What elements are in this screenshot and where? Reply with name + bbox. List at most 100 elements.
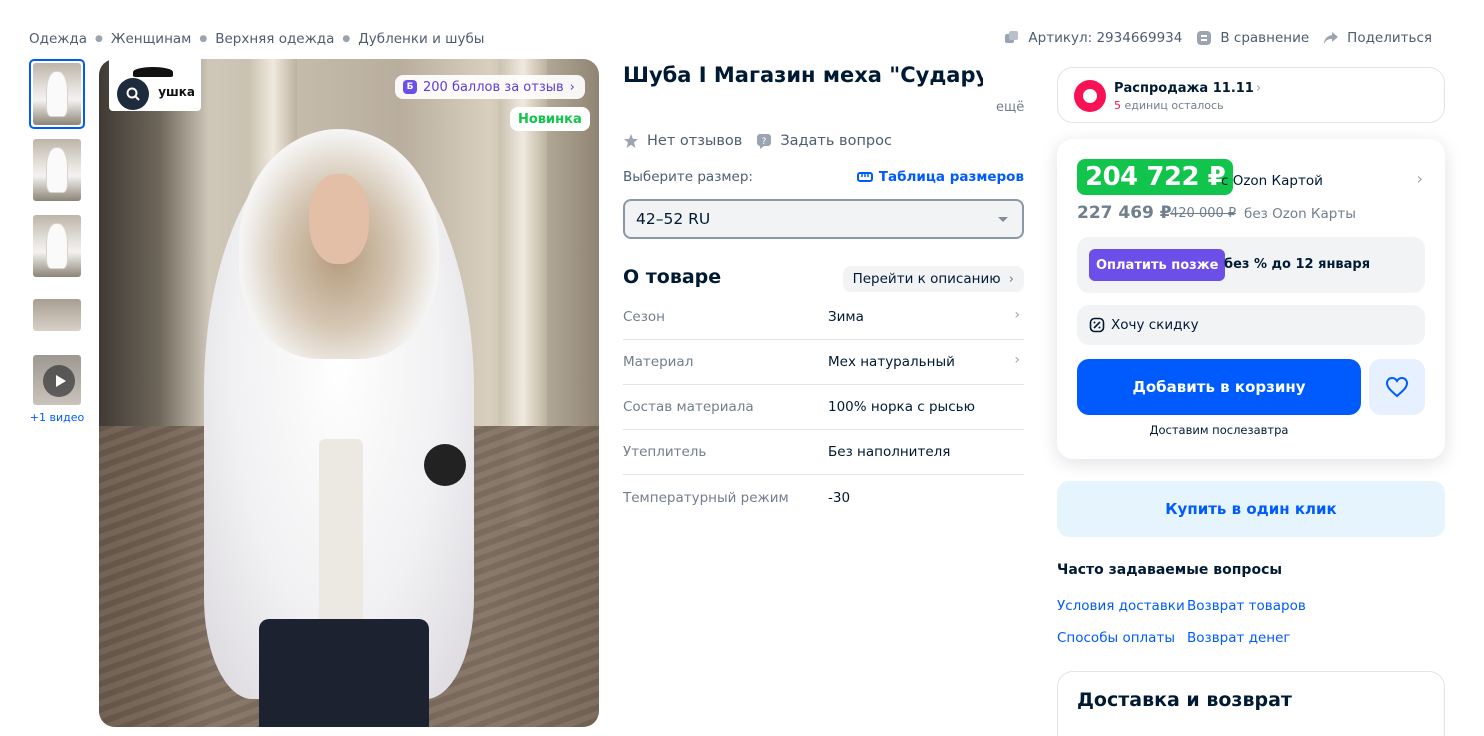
price-card: 204 722 ₽ с Ozon Картой › 227 469 ₽ 420 … bbox=[1057, 139, 1445, 459]
size-table-label: Таблица размеров bbox=[878, 169, 1024, 185]
faq-link-refund[interactable]: Возврат денег bbox=[1187, 630, 1291, 646]
regular-price: 227 469 ₽ bbox=[1077, 203, 1172, 223]
reviews-label: Нет отзывов bbox=[647, 133, 743, 149]
breadcrumb-item[interactable]: Одежда bbox=[29, 31, 87, 47]
size-select-value: 42–52 RU bbox=[636, 210, 711, 228]
video-thumbnail[interactable] bbox=[29, 351, 85, 409]
breadcrumb: Одежда ● Женщинам ● Верхняя одежда ● Дуб… bbox=[29, 31, 484, 47]
pay-later-block[interactable]: Оплатить позже без % до 12 января bbox=[1077, 237, 1425, 293]
want-discount-button[interactable]: Хочу скидку bbox=[1077, 305, 1425, 345]
search-icon bbox=[126, 87, 140, 101]
breadcrumb-item[interactable]: Дубленки и шубы bbox=[358, 31, 484, 47]
breadcrumb-separator: ● bbox=[199, 34, 208, 44]
go-to-description-label: Перейти к описанию bbox=[852, 271, 1001, 287]
property-value: -30 bbox=[828, 489, 851, 506]
property-value: Без наполнителя bbox=[828, 444, 951, 460]
compare-label: В сравнение bbox=[1220, 30, 1310, 46]
ozon-card-price[interactable]: 204 722 ₽ bbox=[1077, 159, 1234, 195]
property-value: Мех натуральный bbox=[828, 354, 955, 370]
main-product-image[interactable] bbox=[99, 59, 599, 727]
faq-link-delivery-terms[interactable]: Условия доставки bbox=[1057, 598, 1185, 614]
chevron-right-icon[interactable]: › bbox=[1417, 169, 1423, 188]
property-value: 100% норка с рысью bbox=[828, 399, 975, 415]
property-row: Утеплитель Без наполнителя bbox=[623, 430, 1024, 475]
ask-question-label: Задать вопрос bbox=[780, 133, 892, 149]
top-actions: Артикул: 2934669934 В сравнение Поделить… bbox=[990, 30, 1432, 46]
discount-icon bbox=[1089, 317, 1105, 333]
reviews-link[interactable]: Нет отзывов bbox=[623, 133, 742, 149]
chevron-right-icon: › bbox=[1014, 307, 1020, 323]
breadcrumb-item[interactable]: Женщинам bbox=[111, 31, 191, 47]
heart-icon bbox=[1385, 376, 1409, 398]
want-discount-label: Хочу скидку bbox=[1111, 317, 1199, 333]
article-copy[interactable]: Артикул: 2934669934 bbox=[1004, 30, 1182, 46]
compare-icon bbox=[1197, 31, 1212, 45]
panther-logo-icon bbox=[133, 67, 173, 77]
property-name: Материал bbox=[623, 354, 694, 370]
chevron-right-icon: › bbox=[1255, 81, 1262, 96]
title-more-link[interactable]: ещё bbox=[996, 100, 1024, 115]
delivery-note: Доставим послезавтра bbox=[1149, 423, 1289, 437]
thumbnail-4[interactable] bbox=[29, 295, 85, 335]
favorite-button[interactable] bbox=[1369, 359, 1425, 415]
buy-one-click-button[interactable]: Купить в один клик bbox=[1057, 481, 1445, 537]
review-points-badge[interactable]: Б 200 баллов за отзыв › bbox=[395, 75, 585, 99]
sale-remaining-label: единиц осталось bbox=[1124, 99, 1224, 112]
property-name: Утеплитель bbox=[623, 444, 707, 460]
add-to-cart-button[interactable]: Добавить в корзину bbox=[1077, 359, 1361, 415]
share-button[interactable]: Поделиться bbox=[1323, 30, 1432, 46]
pay-later-button[interactable]: Оплатить позже bbox=[1089, 249, 1226, 281]
pay-later-text: без % до 12 января bbox=[1224, 257, 1371, 272]
points-badge-label: 200 баллов за отзыв bbox=[423, 79, 564, 95]
faq-link-returns[interactable]: Возврат товаров bbox=[1187, 598, 1306, 614]
sale-title: Распродажа 11.11 bbox=[1114, 81, 1254, 96]
star-icon bbox=[624, 134, 638, 148]
breadcrumb-item[interactable]: Верхняя одежда bbox=[215, 31, 334, 47]
breadcrumb-separator: ● bbox=[95, 34, 103, 44]
delivery-return-card: Доставка и возврат bbox=[1057, 671, 1445, 736]
chevron-right-icon: › bbox=[569, 79, 575, 95]
new-badge: Новинка bbox=[510, 107, 590, 131]
brand-logo-text: ушка bbox=[158, 85, 195, 99]
thumbnail-1[interactable] bbox=[29, 59, 85, 129]
property-row: Состав материала 100% норка с рысью bbox=[623, 385, 1024, 430]
reviews-row: Нет отзывов ? Задать вопрос bbox=[623, 133, 906, 149]
product-title: Шуба I Магазин меха "Сударушка" I Норков… bbox=[623, 63, 983, 87]
ask-question-link[interactable]: ? Задать вопрос bbox=[756, 133, 892, 149]
visual-search-button[interactable] bbox=[117, 78, 149, 110]
thumbnail-list: +1 видео bbox=[29, 59, 85, 424]
share-icon bbox=[1324, 32, 1339, 44]
play-icon bbox=[43, 365, 75, 397]
property-name: Температурный режим bbox=[623, 489, 789, 506]
delivery-return-title: Доставка и возврат bbox=[1077, 689, 1292, 711]
property-name: Сезон bbox=[623, 309, 665, 325]
question-icon: ? bbox=[757, 134, 772, 149]
sale-card[interactable]: Распродажа 11.11 › 5 единиц осталось bbox=[1057, 67, 1445, 123]
compare-button[interactable]: В сравнение bbox=[1196, 30, 1309, 46]
thumbnail-2[interactable] bbox=[29, 135, 85, 205]
property-name: Состав материала bbox=[623, 399, 754, 415]
sale-icon bbox=[1074, 80, 1106, 112]
chevron-down-icon bbox=[998, 217, 1008, 222]
breadcrumb-separator: ● bbox=[342, 34, 351, 44]
property-value: Зима bbox=[828, 309, 864, 325]
chevron-right-icon: › bbox=[1008, 271, 1014, 287]
ozon-card-price-label: с Ozon Картой bbox=[1221, 173, 1323, 189]
go-to-description-button[interactable]: Перейти к описанию › bbox=[842, 266, 1024, 292]
product-properties: Сезон Зима › Материал Мех натуральный › … bbox=[623, 295, 1024, 520]
article-number: Артикул: 2934669934 bbox=[1028, 30, 1183, 46]
share-label: Поделиться bbox=[1347, 30, 1432, 46]
copy-icon bbox=[1005, 31, 1019, 43]
size-table-link[interactable]: Таблица размеров bbox=[856, 169, 1024, 185]
faq-link-payment-methods[interactable]: Способы оплаты bbox=[1057, 630, 1175, 646]
thumbnail-3[interactable] bbox=[29, 211, 85, 281]
ruler-icon bbox=[856, 172, 873, 182]
video-count-label[interactable]: +1 видео bbox=[29, 411, 85, 424]
property-row[interactable]: Материал Мех натуральный › bbox=[623, 340, 1024, 385]
svg-text:?: ? bbox=[762, 137, 767, 147]
chevron-right-icon: › bbox=[1014, 352, 1020, 368]
size-label: Выберите размер: bbox=[623, 169, 753, 185]
property-row[interactable]: Сезон Зима › bbox=[623, 295, 1024, 340]
points-icon: Б bbox=[403, 80, 417, 94]
size-select[interactable]: 42–52 RU bbox=[623, 199, 1024, 239]
